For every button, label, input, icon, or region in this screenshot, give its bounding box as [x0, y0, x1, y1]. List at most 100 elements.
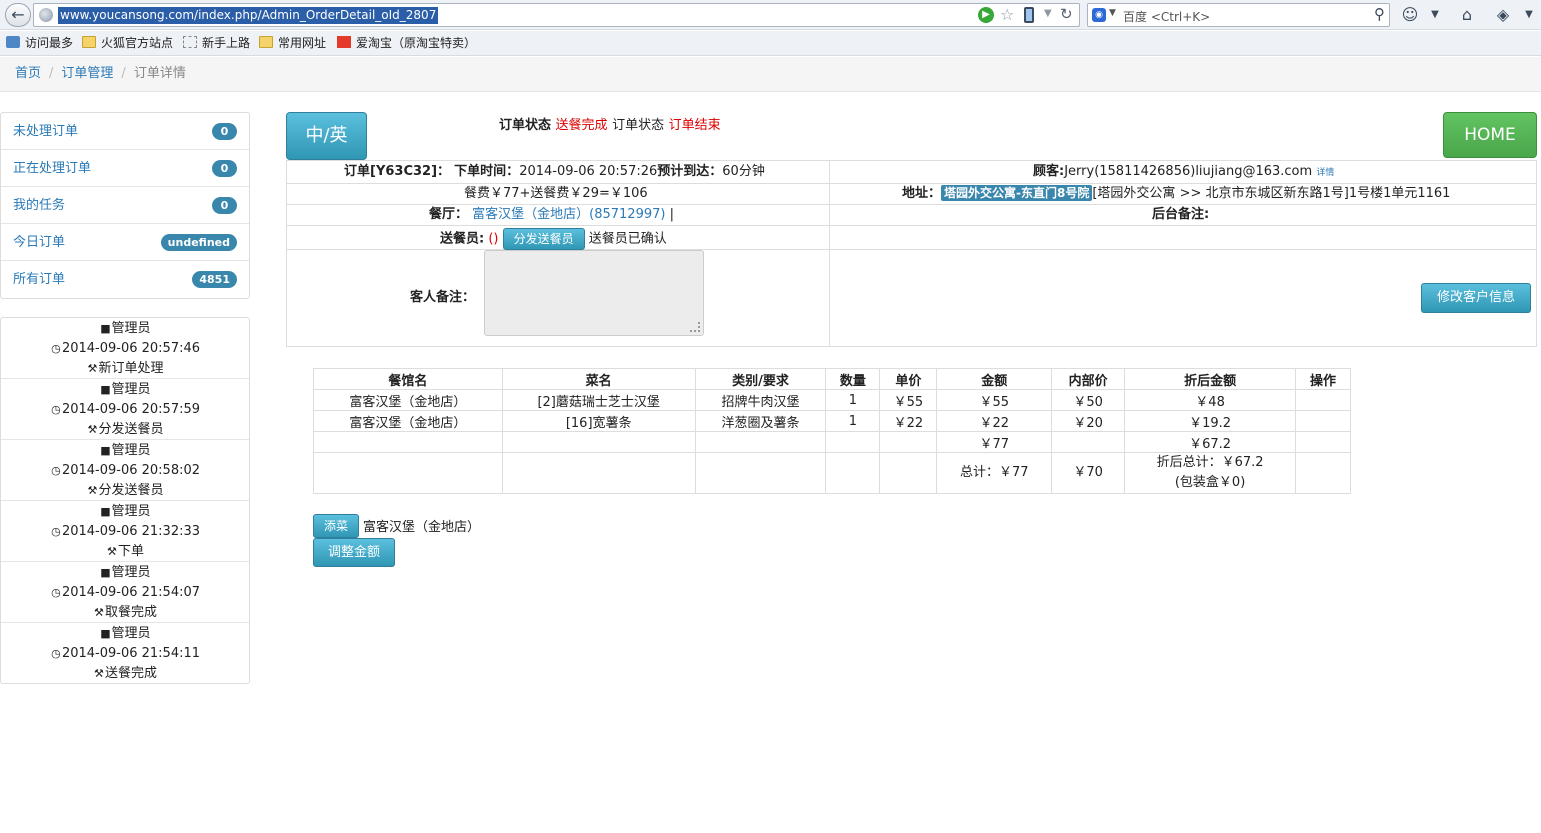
breadcrumb-home[interactable]: 首页 — [15, 66, 41, 81]
home-button[interactable]: HOME — [1443, 112, 1537, 158]
sidebar-item-unprocessed[interactable]: 未处理订单 0 — [1, 113, 249, 150]
wrench-icon: ⚒ — [94, 606, 104, 619]
url-bar[interactable]: www.youcansong.com/index.php/Admin_Order… — [33, 3, 1080, 27]
breadcrumb-current: 订单详情 — [133, 66, 186, 81]
log-entry: ■管理员 ◷2014-09-06 20:57:46 ⚒新订单处理 — [1, 318, 249, 379]
clock-icon: ◷ — [51, 525, 61, 538]
search-placeholder[interactable]: 百度 <Ctrl+K> — [1123, 8, 1210, 25]
order-status-line: 订单状态 送餐完成 订单状态 订单结束 — [499, 118, 721, 133]
count-badge: 0 — [212, 123, 237, 140]
bookmark-most-visited[interactable]: 访问最多 — [6, 36, 73, 51]
sidebar-item-today[interactable]: 今日订单 undefined — [1, 224, 249, 261]
clock-icon: ◷ — [51, 403, 61, 416]
smiley-addon-icon[interactable]: ☺ — [1400, 4, 1420, 26]
back-icon[interactable]: ← — [5, 3, 31, 27]
page-icon — [183, 36, 197, 48]
search-engine-icon[interactable]: ◉ — [1092, 8, 1106, 22]
gamepad-icon[interactable]: ◈ — [1490, 4, 1516, 26]
go-icon[interactable]: ▶ — [978, 7, 994, 23]
order-items-table: 餐馆名 菜名 类别/要求 数量 单价 金额 内部价 折后金额 操作 富客汉堡（金… — [313, 368, 1352, 494]
home-icon[interactable]: ⌂ — [1455, 4, 1479, 26]
sidebar-item-my-tasks[interactable]: 我的任务 0 — [1, 187, 249, 224]
history-dropdown-icon[interactable]: ▼ — [1044, 8, 1052, 19]
wrench-icon: ⚒ — [87, 423, 98, 436]
menu-dropdown-icon[interactable]: ▼ — [1522, 4, 1536, 26]
wrench-icon: ⚒ — [94, 667, 104, 680]
table-header-row: 餐馆名 菜名 类别/要求 数量 单价 金额 内部价 折后金额 操作 — [313, 368, 1352, 390]
clock-icon: ◷ — [51, 464, 61, 477]
taobao-icon — [337, 36, 351, 48]
addon-dropdown-icon[interactable]: ▼ — [1428, 4, 1442, 26]
customer-detail-link[interactable]: 详情 — [1316, 168, 1334, 178]
backend-note-label: 后台备注: — [1152, 207, 1210, 222]
wrench-icon: ⚒ — [107, 545, 117, 558]
bookmark-getting-started[interactable]: 新手上路 — [183, 36, 250, 51]
bookmarks-bar: 访问最多 火狐官方站点 新手上路 常用网址 爱淘宝（原淘宝特卖） — [0, 31, 1541, 56]
reload-icon[interactable]: ↻ — [1060, 5, 1073, 23]
search-icon[interactable]: ⚲ — [1374, 5, 1385, 23]
engine-dropdown-icon[interactable]: ▼ — [1109, 8, 1116, 18]
guest-note-label: 客人备注： — [410, 290, 476, 305]
restaurant-link[interactable]: 富客汉堡（金地店）(85712997) — [472, 207, 665, 222]
dispatch-courier-button[interactable]: 分发送餐员 — [502, 228, 585, 250]
bookmark-common-sites[interactable]: 常用网址 — [259, 36, 326, 51]
user-icon: ■ — [100, 505, 111, 518]
order-id-line: 订单[Y63C32]： 下单时间：2014-09-06 20:57:26预计到达… — [344, 164, 765, 179]
user-icon: ■ — [100, 444, 111, 457]
order-info-panel: 订单[Y63C32]： 下单时间：2014-09-06 20:57:26预计到达… — [286, 160, 1537, 347]
order-fee: 餐费￥77+送餐费￥29=￥106 — [464, 186, 648, 201]
mobile-icon[interactable] — [1024, 7, 1034, 23]
bookmark-star-icon[interactable]: ☆ — [1000, 5, 1014, 24]
wrench-icon: ⚒ — [87, 484, 98, 497]
add-dish-store-label: 富客汉堡（金地店） — [363, 520, 481, 535]
user-icon: ■ — [100, 383, 111, 396]
table-row: 富客汉堡（金地店） [16]宽薯条 洋葱圈及薯条 1 ￥22 ￥22 ￥20 ￥19.2 — [313, 410, 1352, 432]
address-line: 地址： 塔园外交公寓-东直门8号院 [塔园外交公寓 >> 北京市东城区新东路1号]1… — [902, 185, 1451, 201]
address-tag: 塔园外交公寓-东直门8号院 — [941, 185, 1093, 201]
guest-note-textarea[interactable] — [484, 250, 704, 336]
user-icon: ■ — [100, 566, 111, 579]
folder-icon — [259, 36, 273, 48]
table-row: 富客汉堡（金地店） [2]蘑菇瑞士芝士汉堡 招牌牛肉汉堡 1 ￥55 ￥55 ￥50 ￥4… — [313, 389, 1352, 411]
subtotal-row: ￥77 ￥67.2 — [313, 431, 1352, 453]
log-entry: ■管理员 ◷2014-09-06 21:32:33 ⚒下单 — [1, 501, 249, 562]
bookmark-firefox-site[interactable]: 火狐官方站点 — [82, 36, 173, 51]
url-text[interactable]: www.youcansong.com/index.php/Admin_Order… — [58, 7, 439, 24]
edit-customer-button[interactable]: 修改客户信息 — [1421, 283, 1531, 313]
count-badge: 0 — [212, 160, 237, 177]
order-log: ■管理员 ◷2014-09-06 20:57:46 ⚒新订单处理 ■管理员 ◷2… — [0, 317, 250, 684]
breadcrumb-orders[interactable]: 订单管理 — [61, 66, 113, 81]
add-dish-button[interactable]: 添菜 — [313, 514, 359, 538]
adjust-amount-button[interactable]: 调整金额 — [313, 538, 395, 567]
log-entry: ■管理员 ◷2014-09-06 20:58:02 ⚒分发送餐员 — [1, 440, 249, 501]
sidebar-menu: 未处理订单 0 正在处理订单 0 我的任务 0 今日订单 undefined 所有订单 4… — [0, 112, 250, 299]
total-row: 总计：￥77 ￥70 折后总计：￥67.2 (包装盒￥0) — [313, 452, 1352, 494]
clock-icon: ◷ — [51, 586, 61, 599]
sidebar-item-processing[interactable]: 正在处理订单 0 — [1, 150, 249, 187]
count-badge: 4851 — [192, 271, 237, 288]
language-toggle-button[interactable]: 中/英 — [286, 112, 367, 160]
browser-toolbar: ← www.youcansong.com/index.php/Admin_Ord… — [0, 0, 1541, 30]
clock-icon: ◷ — [51, 647, 61, 660]
restaurant-line: 餐厅： 富客汉堡（金地店）(85712997) | — [429, 207, 674, 222]
log-entry: ■管理员 ◷2014-09-06 20:57:59 ⚒分发送餐员 — [1, 379, 249, 440]
site-identity-icon[interactable] — [39, 8, 53, 22]
user-icon: ■ — [100, 322, 111, 335]
delivery-status: 送餐完成 — [555, 118, 608, 133]
order-status: 订单结束 — [668, 118, 721, 133]
count-badge: 0 — [212, 197, 237, 214]
customer-line: 顾客:Jerry(15811426856)liujiang@163.com 详情 — [1033, 164, 1335, 179]
courier-line: 送餐员: () 分发送餐员 送餐员已确认 — [440, 228, 667, 250]
search-bar[interactable]: ◉ ▼ 百度 <Ctrl+K> ⚲ — [1087, 3, 1390, 27]
breadcrumb: 首页 / 订单管理 / 订单详情 — [0, 57, 1541, 92]
sidebar-item-all[interactable]: 所有订单 4851 — [1, 261, 249, 298]
clock-icon: ◷ — [51, 342, 61, 355]
most-visited-icon — [6, 36, 20, 48]
log-entry: ■管理员 ◷2014-09-06 21:54:11 ⚒送餐完成 — [1, 623, 249, 683]
folder-icon — [82, 36, 96, 48]
wrench-icon: ⚒ — [87, 362, 98, 375]
count-badge: undefined — [160, 234, 237, 251]
log-entry: ■管理员 ◷2014-09-06 21:54:07 ⚒取餐完成 — [1, 562, 249, 623]
user-icon: ■ — [100, 627, 111, 640]
bookmark-aitaobao[interactable]: 爱淘宝（原淘宝特卖） — [337, 36, 476, 51]
